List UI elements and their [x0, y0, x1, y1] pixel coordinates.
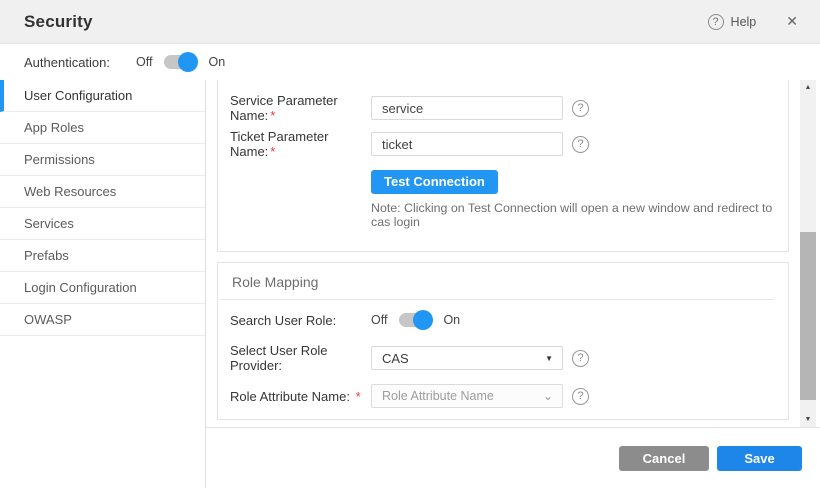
search-user-role-toggle[interactable] [399, 313, 429, 327]
authentication-on-label[interactable]: On [208, 55, 225, 69]
ticket-parameter-help-icon[interactable]: ? [572, 136, 589, 153]
role-attribute-help-icon[interactable]: ? [572, 388, 589, 405]
user-role-provider-row: Select User Role Provider: CAS ▼ ? [230, 346, 788, 370]
sidebar-item-login-configuration[interactable]: Login Configuration [0, 272, 205, 304]
service-parameter-input[interactable] [371, 96, 563, 120]
authentication-bar: Authentication: Off On [0, 44, 820, 80]
save-button[interactable]: Save [717, 446, 802, 471]
sidebar-item-app-roles[interactable]: App Roles [0, 112, 205, 144]
service-parameter-label: Service Parameter Name:* [230, 93, 371, 123]
sidebar-item-web-resources[interactable]: Web Resources [0, 176, 205, 208]
ticket-parameter-row: Ticket Parameter Name:* ? [230, 132, 788, 156]
authentication-label: Authentication: [24, 55, 110, 70]
search-user-role-toggle-group: Off On [371, 313, 460, 327]
toggle-knob [413, 310, 433, 330]
required-marker: * [270, 108, 275, 123]
user-role-provider-label: Select User Role Provider: [230, 343, 371, 373]
sidebar-item-owasp[interactable]: OWASP [0, 304, 205, 336]
authentication-toggle[interactable] [164, 55, 194, 69]
ticket-parameter-label: Ticket Parameter Name:* [230, 129, 371, 159]
search-user-role-label: Search User Role: [230, 313, 371, 328]
service-parameter-row: Service Parameter Name:* ? [230, 96, 788, 120]
user-role-provider-select[interactable]: CAS ▼ [371, 346, 563, 370]
role-mapping-title: Role Mapping [218, 263, 788, 299]
sidebar-item-prefabs[interactable]: Prefabs [0, 240, 205, 272]
vertical-scrollbar[interactable]: ▲ ▼ [800, 80, 816, 427]
security-settings-window: Security ? Help ✕ Authentication: Off On… [0, 0, 820, 488]
scroll-region: Service Parameter Name:* ? Ticket Parame… [206, 80, 820, 427]
sidebar-item-permissions[interactable]: Permissions [0, 144, 205, 176]
dropdown-arrow-icon: ▼ [545, 354, 553, 363]
role-attribute-row: Role Attribute Name: * Role Attribute Na… [230, 384, 788, 408]
scrollbar-thumb[interactable] [800, 232, 816, 400]
service-parameter-help-icon[interactable]: ? [572, 100, 589, 117]
role-attribute-label: Role Attribute Name: * [230, 389, 371, 404]
role-mapping-panel: Role Mapping Search User Role: Off On [217, 262, 789, 420]
help-label: Help [731, 15, 757, 29]
search-user-role-on-label[interactable]: On [443, 313, 460, 327]
footer: Cancel Save [206, 427, 820, 488]
test-connection-button[interactable]: Test Connection [371, 170, 498, 194]
help-icon: ? [708, 14, 724, 30]
test-connection-note: Note: Clicking on Test Connection will o… [371, 201, 788, 229]
scroll-down-icon[interactable]: ▼ [800, 416, 816, 423]
main-area: User Configuration App Roles Permissions… [0, 80, 820, 488]
ticket-parameter-input[interactable] [371, 132, 563, 156]
sidebar-item-user-configuration[interactable]: User Configuration [0, 80, 205, 112]
user-role-provider-help-icon[interactable]: ? [572, 350, 589, 367]
sidebar-item-services[interactable]: Services [0, 208, 205, 240]
toggle-knob [178, 52, 198, 72]
cancel-button[interactable]: Cancel [619, 446, 709, 471]
scroll-up-icon[interactable]: ▲ [800, 84, 816, 91]
role-attribute-combobox[interactable]: Role Attribute Name ⌄ [371, 384, 563, 408]
role-mapping-rows: Search User Role: Off On Select User Rol… [218, 300, 788, 408]
cas-connection-panel: Service Parameter Name:* ? Ticket Parame… [217, 80, 789, 252]
page-title: Security [24, 12, 93, 32]
required-marker: * [356, 389, 361, 404]
test-connection-row: Test Connection [371, 170, 788, 194]
role-attribute-placeholder: Role Attribute Name [382, 389, 494, 403]
search-user-role-row: Search User Role: Off On [230, 308, 788, 332]
required-marker: * [270, 144, 275, 159]
chevron-down-icon: ⌄ [543, 392, 553, 400]
user-role-provider-value: CAS [382, 351, 409, 366]
help-button[interactable]: ? Help [708, 14, 757, 30]
sidebar: User Configuration App Roles Permissions… [0, 80, 206, 488]
search-user-role-off-label[interactable]: Off [371, 313, 387, 327]
header: Security ? Help ✕ [0, 0, 820, 44]
close-icon[interactable]: ✕ [786, 13, 798, 30]
authentication-off-label[interactable]: Off [136, 55, 152, 69]
content-area: Service Parameter Name:* ? Ticket Parame… [206, 80, 820, 488]
authentication-toggle-group: Off On [136, 55, 225, 69]
header-actions: ? Help ✕ [708, 13, 798, 30]
